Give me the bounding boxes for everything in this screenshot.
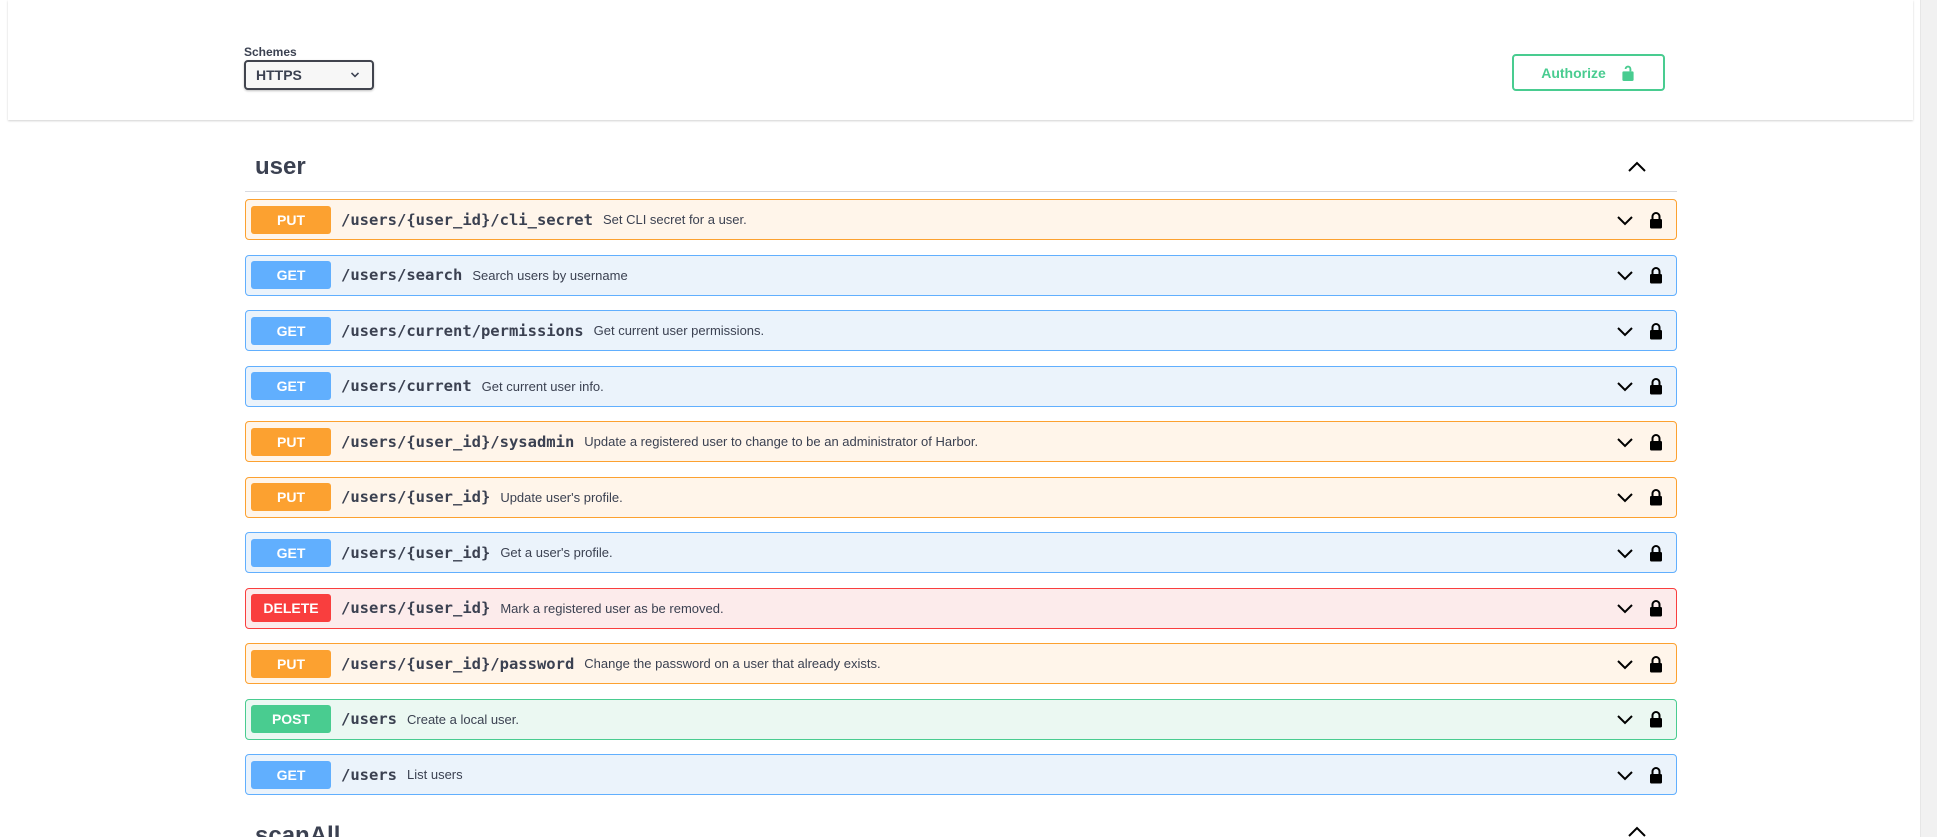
operation-path: /users/{user_id}/password <box>341 654 575 673</box>
operation-summary: Set CLI secret for a user. <box>602 212 747 227</box>
operation-path: /users <box>341 710 397 728</box>
tag-title: scanAll <box>255 822 341 837</box>
chevron-down-icon[interactable] <box>1615 654 1635 674</box>
operation-row[interactable]: GET/users/current/permissions Get current… <box>245 310 1677 351</box>
chevron-down-icon[interactable] <box>1615 265 1635 285</box>
method-badge: PUT <box>251 483 331 511</box>
swagger-page: Schemes HTTPS Authorize user PUT/users/{… <box>0 0 1937 837</box>
chevron-up-icon[interactable] <box>1625 820 1649 837</box>
locked-lock-icon[interactable] <box>1649 322 1663 340</box>
operation-row[interactable]: PUT/users/{user_id}/cli_secret Set CLI se… <box>245 199 1677 240</box>
operation-summary: Get a user's profile. <box>500 545 613 560</box>
operation-row[interactable]: PUT/users/{user_id} Update user's profile… <box>245 476 1677 518</box>
operation-row[interactable]: GET/users/search Search users by username <box>245 254 1677 296</box>
operation-row[interactable]: PUT/users/{user_id}/sysadmin Update a reg… <box>245 421 1677 462</box>
operation-row[interactable]: DELETE/users/{user_id} Mark a registered … <box>245 587 1677 629</box>
operation-row[interactable]: GET/users/{user_id} Get a user's profile. <box>245 532 1677 573</box>
operation-path: /users <box>341 765 397 784</box>
operation-row[interactable]: POST/users Create a local user. <box>245 698 1677 740</box>
locked-lock-icon[interactable] <box>1649 544 1663 562</box>
operation-row[interactable]: GET/users/current Get current user info. <box>245 365 1677 407</box>
authorize-button[interactable]: Authorize <box>1512 54 1665 91</box>
tag-title: user <box>255 152 306 180</box>
operation-path: /users/{user_id} <box>341 543 491 562</box>
operations-list: PUT/users/{user_id}/cli_secret Set CLI se… <box>245 199 1677 810</box>
method-badge: GET <box>251 316 331 345</box>
operation-summary: Get current user permissions. <box>593 323 765 338</box>
schemes-label: Schemes <box>244 45 297 59</box>
method-badge: POST <box>251 705 331 733</box>
locked-lock-icon[interactable] <box>1649 488 1663 506</box>
locked-lock-icon[interactable] <box>1649 710 1663 728</box>
locked-lock-icon[interactable] <box>1649 766 1663 784</box>
operation-path: /users/{user_id}/sysadmin <box>341 432 575 451</box>
operation-row[interactable]: PUT/users/{user_id}/password Change the p… <box>245 643 1677 684</box>
operation-path: /users/search <box>341 266 463 284</box>
operation-row[interactable]: GET/users List users <box>245 754 1677 795</box>
schemes-select[interactable]: HTTPS <box>244 60 374 90</box>
method-badge: GET <box>251 261 331 289</box>
method-badge: GET <box>251 760 331 789</box>
method-badge: PUT <box>251 649 331 678</box>
authorize-button-label: Authorize <box>1541 64 1606 81</box>
method-badge: PUT <box>251 205 331 234</box>
chevron-down-icon[interactable] <box>1615 376 1635 396</box>
operation-summary: Change the password on a user that alrea… <box>584 656 881 671</box>
chevron-down-icon[interactable] <box>1615 598 1635 618</box>
scrollbar[interactable] <box>1920 0 1937 837</box>
operation-path: /users/current <box>341 377 472 395</box>
method-badge: GET <box>251 372 331 400</box>
tag-header-user[interactable]: user <box>245 142 1677 192</box>
chevron-down-icon[interactable] <box>1615 210 1635 230</box>
operation-summary: List users <box>407 767 463 782</box>
locked-lock-icon[interactable] <box>1649 377 1663 395</box>
schemes-select-value: HTTPS <box>256 67 302 83</box>
locked-lock-icon[interactable] <box>1649 433 1663 451</box>
operation-summary: Update user's profile. <box>500 489 623 505</box>
locked-lock-icon[interactable] <box>1649 599 1663 617</box>
tag-header-scanall[interactable]: scanAll <box>245 818 1677 837</box>
locked-lock-icon[interactable] <box>1649 655 1663 673</box>
operation-summary: Create a local user. <box>407 711 520 727</box>
operation-path: /users/{user_id} <box>341 599 491 617</box>
operation-summary: Mark a registered user as be removed. <box>500 600 724 616</box>
chevron-down-icon <box>350 72 360 78</box>
method-badge: DELETE <box>251 594 331 622</box>
operation-summary: Search users by username <box>472 267 628 283</box>
chevron-down-icon[interactable] <box>1615 321 1635 341</box>
chevron-down-icon[interactable] <box>1615 765 1635 785</box>
locked-lock-icon[interactable] <box>1649 211 1663 229</box>
chevron-down-icon[interactable] <box>1615 487 1635 507</box>
operation-path: /users/{user_id}/cli_secret <box>341 210 593 229</box>
operation-path: /users/{user_id} <box>341 488 491 506</box>
chevron-down-icon[interactable] <box>1615 543 1635 563</box>
operation-summary: Get current user info. <box>481 378 604 394</box>
unlocked-lock-icon <box>1622 65 1634 81</box>
operation-path: /users/current/permissions <box>341 321 584 340</box>
method-badge: GET <box>251 538 331 567</box>
chevron-down-icon[interactable] <box>1615 432 1635 452</box>
chevron-up-icon[interactable] <box>1625 155 1649 179</box>
chevron-down-icon[interactable] <box>1615 709 1635 729</box>
method-badge: PUT <box>251 427 331 456</box>
locked-lock-icon[interactable] <box>1649 266 1663 284</box>
operation-summary: Update a registered user to change to be… <box>584 434 979 449</box>
